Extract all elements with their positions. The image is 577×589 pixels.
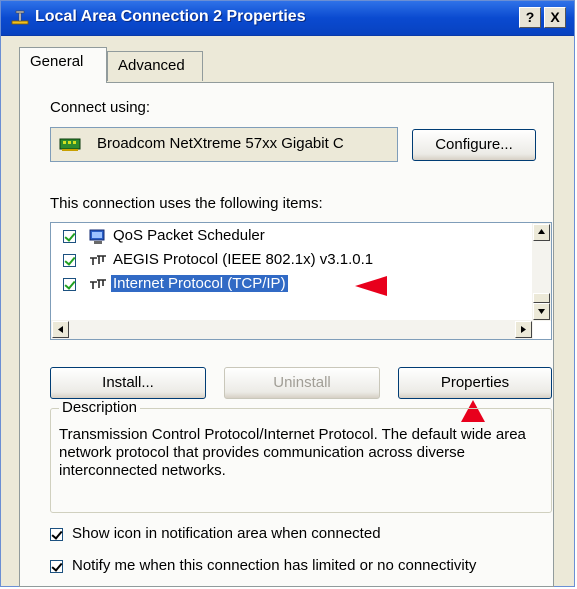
general-tab-panel: Connect using: Broadcom NetXtreme 57xx G… [19, 82, 554, 587]
tab-advanced[interactable]: Advanced [107, 51, 203, 81]
adapter-field: Broadcom NetXtreme 57xx Gigabit C [50, 127, 398, 162]
item-label: Internet Protocol (TCP/IP) [110, 274, 289, 293]
description-text: Transmission Control Protocol/Internet P… [59, 426, 526, 479]
scroll-up-button[interactable] [533, 224, 550, 241]
vertical-scrollbar[interactable] [532, 223, 551, 321]
horizontal-scrollbar[interactable] [51, 320, 533, 339]
connect-using-label: Connect using: [50, 99, 151, 116]
scroll-down-button[interactable] [533, 303, 550, 320]
item-checkbox[interactable] [63, 254, 76, 267]
list-item[interactable]: QoS Packet Scheduler [51, 225, 531, 249]
items-label: This connection uses the following items… [50, 195, 323, 212]
show-icon-checkbox[interactable] [50, 528, 63, 541]
notify-label: Notify me when this connection has limit… [72, 557, 477, 574]
protocol-icon [90, 279, 106, 289]
list-item-selected[interactable]: Internet Protocol (TCP/IP) [51, 273, 531, 297]
item-label: AEGIS Protocol (IEEE 802.1x) v3.1.0.1 [113, 251, 374, 268]
scroll-thumb[interactable] [533, 293, 550, 303]
arrow-left-icon [58, 326, 63, 333]
network-connection-icon [11, 10, 29, 25]
window-title: Local Area Connection 2 Properties [35, 8, 306, 25]
configure-button[interactable]: Configure... [412, 129, 536, 161]
description-legend: Description [59, 399, 141, 416]
list-item[interactable]: AEGIS Protocol (IEEE 802.1x) v3.1.0.1 [51, 249, 531, 273]
install-button[interactable]: Install... [50, 367, 206, 399]
show-icon-label: Show icon in notification area when conn… [72, 525, 381, 542]
item-checkbox[interactable] [63, 278, 76, 291]
scheduler-icon [89, 229, 105, 244]
scroll-right-button[interactable] [515, 321, 532, 338]
tab-general[interactable]: General [19, 47, 107, 83]
properties-dialog: Local Area Connection 2 Properties ? X G… [0, 0, 575, 587]
components-list[interactable]: QoS Packet Scheduler AEGIS Protocol (IEE… [50, 222, 552, 340]
arrow-right-icon [521, 326, 526, 333]
help-button[interactable]: ? [519, 7, 541, 28]
network-adapter-icon [59, 138, 81, 151]
description-group: Description Transmission Control Protoco… [50, 399, 552, 513]
adapter-name: Broadcom NetXtreme 57xx Gigabit C [97, 135, 344, 152]
protocol-icon [90, 255, 106, 265]
annotation-arrow-left-icon [355, 276, 387, 296]
title-bar[interactable]: Local Area Connection 2 Properties ? X [1, 1, 574, 36]
arrow-up-icon [538, 229, 545, 234]
item-label: QoS Packet Scheduler [113, 227, 265, 244]
notify-checkbox[interactable] [50, 560, 63, 573]
item-checkbox[interactable] [63, 230, 76, 243]
scroll-left-button[interactable] [52, 321, 69, 338]
close-button[interactable]: X [544, 7, 566, 28]
properties-button[interactable]: Properties [398, 367, 552, 399]
uninstall-button[interactable]: Uninstall [224, 367, 380, 399]
arrow-down-icon [538, 309, 545, 314]
